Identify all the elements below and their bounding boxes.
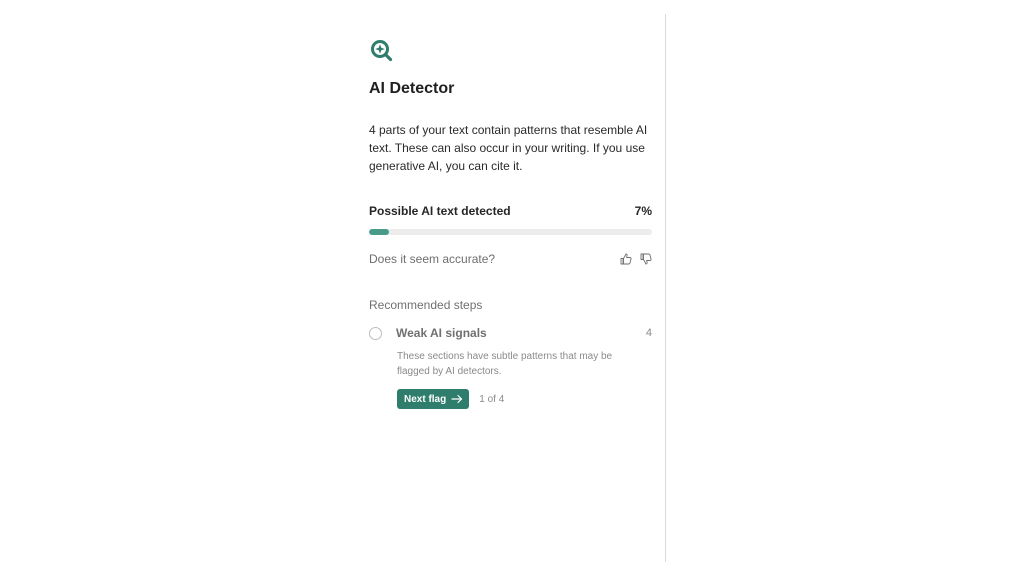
ai-progress-fill (369, 229, 389, 235)
step-actions: Next flag 1 of 4 (397, 389, 652, 409)
step-radio[interactable] (369, 326, 382, 340)
step-weak-ai-signals[interactable]: Weak AI signals 4 (369, 325, 652, 341)
ai-metric-label: Possible AI text detected (369, 204, 511, 218)
arrow-right-icon (451, 394, 463, 404)
ai-metric-row: Possible AI text detected 7% (369, 203, 652, 219)
thumbs-down-icon[interactable] (640, 253, 652, 265)
ai-detector-logo-icon (371, 40, 393, 62)
feedback-buttons (620, 253, 652, 265)
next-flag-label: Next flag (404, 393, 447, 405)
ai-progress-bar (369, 229, 652, 235)
detector-description: 4 parts of your text contain patterns th… (369, 123, 648, 173)
flag-pager: 1 of 4 (479, 393, 505, 405)
panel-divider (665, 14, 666, 562)
panel-title: AI Detector (369, 80, 455, 97)
step-label: Weak AI signals (396, 326, 487, 340)
step-count: 4 (645, 327, 652, 339)
step-description: These sections have subtle patterns that… (397, 351, 613, 377)
thumbs-up-icon[interactable] (620, 253, 632, 265)
ai-detector-panel: AI Detector 4 parts of your text contain… (369, 38, 652, 409)
ai-metric-value: 7% (634, 204, 652, 218)
app-stage: AI Detector 4 parts of your text contain… (0, 0, 1024, 576)
feedback-row: Does it seem accurate? (369, 251, 652, 267)
recommended-steps-title: Recommended steps (369, 298, 483, 312)
feedback-question: Does it seem accurate? (369, 252, 496, 266)
next-flag-button[interactable]: Next flag (397, 389, 470, 409)
